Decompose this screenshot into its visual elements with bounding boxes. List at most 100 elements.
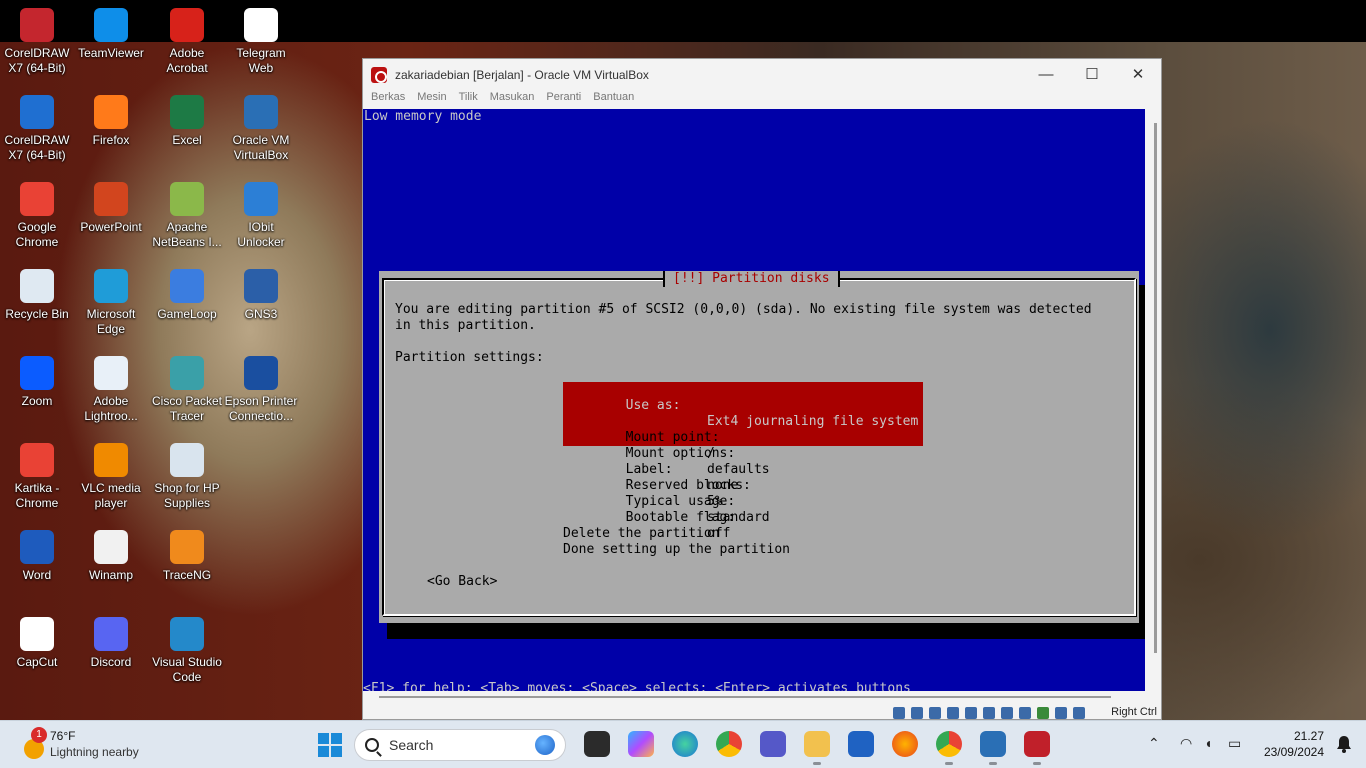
desktop-icon[interactable]: Winamp (74, 524, 148, 608)
menu-berkas[interactable]: Berkas (371, 91, 405, 109)
network-status-icon[interactable] (947, 707, 959, 719)
volume-icon[interactable]: ◖ (1204, 735, 1212, 751)
temperature: 76°F (50, 729, 76, 743)
task-view-icon[interactable] (584, 731, 610, 757)
desktop-icon-label: Recycle Bin (5, 307, 69, 321)
desktop-icon[interactable]: Visual Studio Code (150, 611, 224, 695)
horizontal-scrollbar[interactable] (379, 696, 1111, 698)
desktop-icon[interactable]: Telegram Web (224, 2, 298, 86)
vm-display[interactable]: Low memory mode [!!] Partition disks You… (363, 109, 1145, 691)
done-partition-option[interactable]: Done setting up the partition (563, 542, 790, 558)
desktop-icon[interactable]: Discord (74, 611, 148, 695)
desktop-icon[interactable]: Zoom (0, 350, 74, 434)
desktop-icon[interactable]: Epson Printer Connectio... (224, 350, 298, 434)
desktop-icon[interactable]: CapCut (0, 611, 74, 695)
battery-icon[interactable]: ▭ (1228, 735, 1241, 752)
desktop-icon[interactable]: Excel (150, 89, 224, 173)
desktop-icon[interactable]: Shop for HP Supplies (150, 437, 224, 521)
desktop-icon-label: Epson Printer Connectio... (224, 394, 298, 423)
start-button[interactable] (318, 733, 342, 757)
desktop-icon[interactable]: Adobe Lightroo... (74, 350, 148, 434)
search-placeholder: Search (389, 737, 434, 753)
desktop-icon[interactable]: Firefox (74, 89, 148, 173)
mouse-integration-icon[interactable] (1055, 707, 1067, 719)
intro-line-1: You are editing partition #5 of SCSI2 (0… (395, 302, 1092, 317)
desktop-icon[interactable]: Adobe Acrobat (150, 2, 224, 86)
desktop-icon[interactable]: Word (0, 524, 74, 608)
chrome-profile-icon (20, 443, 54, 477)
desktop-icon[interactable]: VLC media player (74, 437, 148, 521)
menu-mesin[interactable]: Mesin (417, 91, 446, 109)
chrome-taskbar-icon[interactable] (716, 731, 742, 757)
menu-tilik[interactable]: Tilik (459, 91, 478, 109)
vertical-scrollbar[interactable] (1154, 123, 1157, 653)
desktop-icon[interactable]: Oracle VM VirtualBox (224, 89, 298, 173)
teams-icon[interactable] (760, 731, 786, 757)
notification-bell-icon[interactable] (1336, 735, 1352, 753)
close-button[interactable]: ✕ (1115, 59, 1161, 89)
zoom-icon (20, 356, 54, 390)
desktop-icon[interactable]: Kartika - Chrome (0, 437, 74, 521)
keyboard-status-icon[interactable] (1073, 707, 1085, 719)
desktop-icon[interactable]: TraceNG (150, 524, 224, 608)
recording-status-icon[interactable] (1019, 707, 1031, 719)
vlc-icon (94, 443, 128, 477)
audio-status-icon[interactable] (929, 707, 941, 719)
desktop-icon[interactable]: Microsoft Edge (74, 263, 148, 347)
display-status-icon[interactable] (1001, 707, 1013, 719)
delete-partition-option[interactable]: Delete the partition (563, 526, 720, 542)
shared-folder-status-icon[interactable] (983, 707, 995, 719)
desktop-icon-label: Microsoft Edge (86, 307, 136, 336)
desktop-icon-label: Discord (90, 655, 132, 669)
menu-masukan[interactable]: Masukan (490, 91, 535, 109)
file-explorer-icon[interactable] (804, 731, 830, 765)
desktop-icon[interactable]: PowerPoint (74, 176, 148, 260)
menu-bantuan[interactable]: Bantuan (593, 91, 634, 109)
window-titlebar[interactable]: zakariadebian [Berjalan] - Oracle VM Vir… (363, 59, 1161, 91)
desktop-icon-label: TeamViewer (78, 46, 144, 60)
taskbar-search[interactable]: Search (354, 729, 566, 761)
winamp-icon (94, 530, 128, 564)
edge-taskbar-icon[interactable] (672, 731, 698, 757)
wifi-icon[interactable]: ◠ (1180, 735, 1192, 752)
optical-status-icon[interactable] (911, 707, 923, 719)
desktop-icon[interactable]: Google Chrome (0, 176, 74, 260)
desktop-icon-label: TraceNG (162, 568, 212, 582)
desktop-icon-label: CorelDRAW X7 (64-Bit) (4, 46, 70, 75)
gameloop-icon (170, 269, 204, 303)
chrome-profile-taskbar-icon[interactable] (936, 731, 962, 765)
chevron-up-icon[interactable]: ⌃ (1148, 735, 1160, 752)
maximize-button[interactable]: ☐ (1069, 59, 1115, 89)
cpu-status-icon[interactable] (1037, 707, 1049, 719)
desktop-icon[interactable]: Recycle Bin (0, 263, 74, 347)
desktop-icon-label: VLC media player (81, 481, 141, 510)
hdd-status-icon[interactable] (893, 707, 905, 719)
desktop-icon[interactable]: CorelDRAW X7 (64-Bit) (0, 89, 74, 173)
desktop-icon[interactable]: CorelDRAW X7 (64-Bit) (0, 2, 74, 86)
desktop-icon[interactable]: GameLoop (150, 263, 224, 347)
desktop-icon[interactable]: TeamViewer (74, 2, 148, 86)
firefox-taskbar-icon[interactable] (892, 731, 918, 757)
lightroom-icon (94, 356, 128, 390)
recycle-bin-icon (20, 269, 54, 303)
minimize-button[interactable]: — (1023, 59, 1069, 89)
coreldraw-icon (20, 8, 54, 42)
vm-window-taskbar-icon[interactable] (1024, 731, 1050, 765)
menu-peranti[interactable]: Peranti (546, 91, 581, 109)
desktop-icon-label: Oracle VM VirtualBox (232, 133, 290, 162)
desktop-icon[interactable]: Apache NetBeans I... (150, 176, 224, 260)
powerpoint-icon (94, 182, 128, 216)
weather-widget[interactable]: 1 76°F Lightning nearby (22, 727, 182, 763)
clock[interactable]: 21.27 23/09/2024 (1264, 728, 1324, 760)
windows-logo-tile (331, 733, 342, 744)
virtualbox-taskbar-icon[interactable] (980, 731, 1006, 765)
copilot-icon[interactable] (628, 731, 654, 757)
desktop-icon[interactable]: Cisco Packet Tracer (150, 350, 224, 434)
desktop-icon[interactable]: GNS3 (224, 263, 298, 347)
go-back-button[interactable]: <Go Back> (427, 574, 497, 590)
microsoft-store-icon[interactable] (848, 731, 874, 757)
usb-status-icon[interactable] (965, 707, 977, 719)
virtualbox-window[interactable]: zakariadebian [Berjalan] - Oracle VM Vir… (362, 58, 1162, 720)
desktop-icon[interactable]: IObit Unlocker (224, 176, 298, 260)
settings-heading: Partition settings: (395, 350, 544, 365)
